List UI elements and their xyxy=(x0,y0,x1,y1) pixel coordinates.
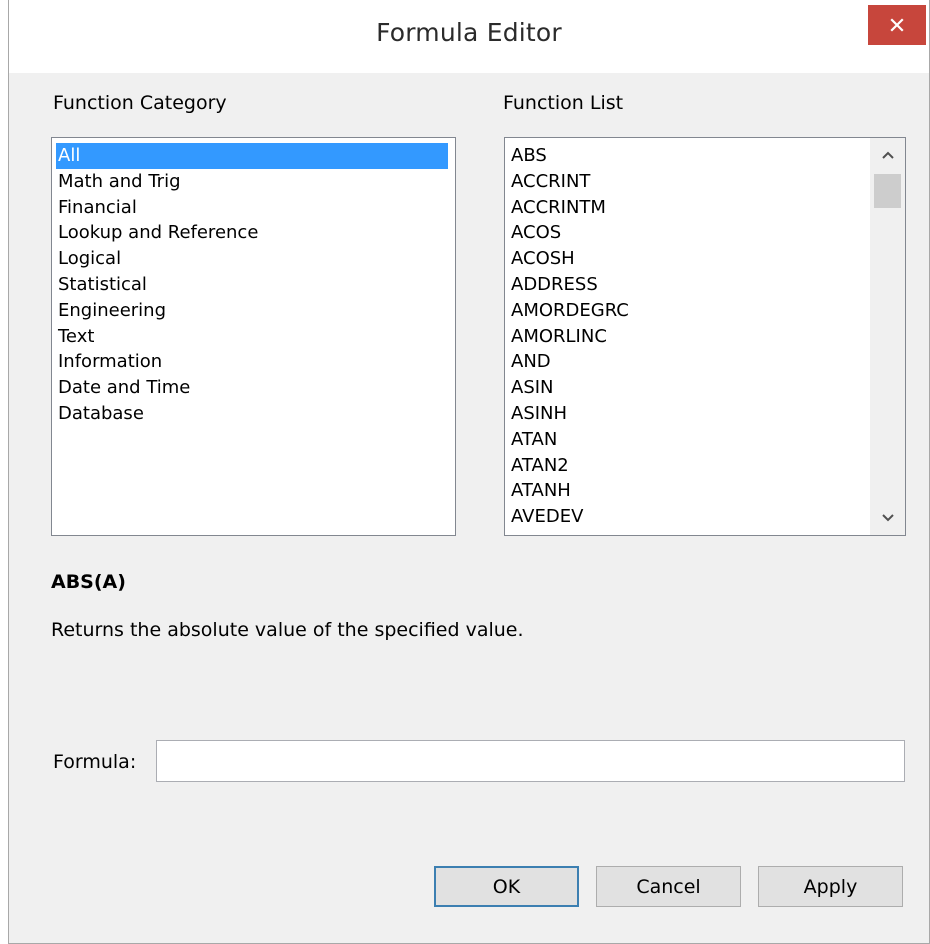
function-list-label: Function List xyxy=(503,92,624,114)
category-list-item[interactable]: Statistical xyxy=(56,272,147,298)
function-category-listbox[interactable]: All Math and Trig Financial Lookup and Refe… xyxy=(51,137,456,536)
category-list-item[interactable]: Database xyxy=(56,401,144,427)
function-list-item[interactable]: ATANH xyxy=(509,478,571,504)
formula-input[interactable] xyxy=(156,740,905,782)
category-list-item[interactable]: Text xyxy=(56,324,94,350)
category-list-item[interactable]: All xyxy=(56,143,448,169)
function-signature: ABS(A) xyxy=(51,571,126,593)
function-list-item[interactable]: ADDRESS xyxy=(509,272,598,298)
category-list-item[interactable]: Financial xyxy=(56,195,137,221)
formula-label: Formula: xyxy=(53,751,137,773)
function-description: Returns the absolute value of the specif… xyxy=(51,619,524,641)
category-list-item[interactable]: Date and Time xyxy=(56,375,190,401)
function-list-item[interactable]: ACCRINT xyxy=(509,169,590,195)
chevron-down-icon xyxy=(881,514,894,522)
title-bar[interactable]: Formula Editor xyxy=(9,0,929,73)
function-list-item[interactable]: ACCRINTM xyxy=(509,195,606,221)
function-list-item[interactable]: ABS xyxy=(509,143,547,169)
function-category-label: Function Category xyxy=(53,92,227,114)
category-list-item[interactable]: Information xyxy=(56,349,162,375)
scroll-down-button[interactable] xyxy=(870,501,905,535)
function-list-scrollbar[interactable] xyxy=(870,138,905,535)
dialog-body: Function Category Function List All Math … xyxy=(9,73,929,943)
chevron-up-icon xyxy=(881,151,894,159)
category-list-item[interactable]: Logical xyxy=(56,246,121,272)
function-listbox[interactable]: ABS ACCRINT ACCRINTM ACOS ACOSH ADDRESS AMORDE… xyxy=(504,137,906,536)
formula-editor-dialog: Formula Editor Function Category Functio… xyxy=(8,0,930,944)
apply-button[interactable]: Apply xyxy=(758,866,903,907)
scroll-up-button[interactable] xyxy=(870,138,905,172)
function-list-item[interactable]: ATAN xyxy=(509,427,557,453)
close-icon xyxy=(890,18,904,32)
function-list-item[interactable]: AVEDEV xyxy=(509,504,583,530)
function-list-item[interactable]: ASINH xyxy=(509,401,567,427)
function-list-item[interactable]: AND xyxy=(509,349,551,375)
category-list-item[interactable]: Engineering xyxy=(56,298,166,324)
function-list-item[interactable]: ACOS xyxy=(509,220,561,246)
dialog-title: Formula Editor xyxy=(376,18,562,47)
category-list-item[interactable]: Math and Trig xyxy=(56,169,181,195)
function-list-item[interactable]: AMORDEGRC xyxy=(509,298,629,324)
close-button[interactable] xyxy=(868,5,926,45)
cancel-button[interactable]: Cancel xyxy=(596,866,741,907)
function-list-item[interactable]: ASIN xyxy=(509,375,554,401)
scroll-thumb[interactable] xyxy=(874,174,901,208)
ok-button[interactable]: OK xyxy=(434,866,579,907)
category-list-item[interactable]: Lookup and Reference xyxy=(56,220,258,246)
function-list-item[interactable]: ACOSH xyxy=(509,246,575,272)
function-list-item[interactable]: ATAN2 xyxy=(509,453,569,479)
function-list-item[interactable]: AMORLINC xyxy=(509,324,607,350)
